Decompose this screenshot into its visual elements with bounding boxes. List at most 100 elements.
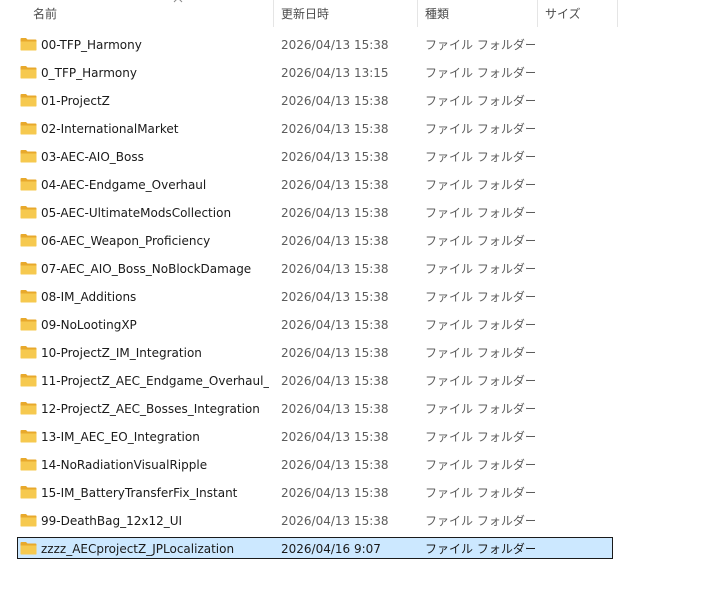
folder-name: 13-IM_AEC_EO_Integration — [41, 430, 200, 444]
folder-name: 09-NoLootingXP — [41, 318, 137, 332]
modified-date: 2026/04/13 15:38 — [281, 290, 389, 304]
modified-date: 2026/04/13 15:38 — [281, 178, 389, 192]
folder-name: 99-DeathBag_12x12_UI — [41, 514, 183, 528]
folder-row[interactable]: zzzz_AECprojectZ_JPLocalization 2026/04/1… — [0, 535, 702, 563]
modified-date: 2026/04/13 15:38 — [281, 458, 389, 472]
modified-date: 2026/04/13 15:38 — [281, 430, 389, 444]
folder-row[interactable]: 0_TFP_Harmony 2026/04/13 13:15 ファイル フォルダー — [0, 59, 702, 87]
item-type: ファイル フォルダー — [425, 486, 535, 500]
folder-row[interactable]: 00-TFP_Harmony 2026/04/13 15:38 ファイル フォルダー — [0, 31, 702, 59]
column-header-name[interactable]: 名前 — [26, 0, 274, 27]
item-type: ファイル フォルダー — [425, 150, 535, 164]
folder-icon — [20, 318, 37, 331]
item-type: ファイル フォルダー — [425, 318, 535, 332]
folder-icon — [20, 346, 37, 359]
column-header-size[interactable]: サイズ — [538, 0, 618, 27]
item-type: ファイル フォルダー — [425, 542, 535, 556]
folder-row[interactable]: 05-AEC-UltimateModsCollection 2026/04/13 … — [0, 199, 702, 227]
item-type: ファイル フォルダー — [425, 262, 535, 276]
folder-name: 11-ProjectZ_AEC_Endgame_Overhaul__In... — [41, 374, 269, 388]
folder-icon — [20, 66, 37, 79]
folder-row[interactable]: 02-InternationalMarket 2026/04/13 15:38 ファ… — [0, 115, 702, 143]
folder-name: 10-ProjectZ_IM_Integration — [41, 346, 202, 360]
modified-date: 2026/04/13 15:38 — [281, 402, 389, 416]
file-list-view: 名前 更新日時 種類 サイズ 00-TFP_Harmony 2026/04/13 … — [0, 0, 702, 600]
folder-icon — [20, 262, 37, 275]
folder-icon — [20, 374, 37, 387]
folder-row[interactable]: 14-NoRadiationVisualRipple 2026/04/13 15:… — [0, 451, 702, 479]
folder-icon — [20, 402, 37, 415]
folder-row[interactable]: 03-AEC-AIO_Boss 2026/04/13 15:38 ファイル フォルダ… — [0, 143, 702, 171]
folder-row[interactable]: 12-ProjectZ_AEC_Bosses_Integration 2026/0… — [0, 395, 702, 423]
folder-row[interactable]: 04-AEC-Endgame_Overhaul 2026/04/13 15:38 フ… — [0, 171, 702, 199]
modified-date: 2026/04/13 15:38 — [281, 318, 389, 332]
folder-name: zzzz_AECprojectZ_JPLocalization — [41, 542, 235, 556]
folder-row[interactable]: 06-AEC_Weapon_Proficiency 2026/04/13 15:3… — [0, 227, 702, 255]
column-header-name-label: 名前 — [33, 7, 58, 21]
folder-name: 06-AEC_Weapon_Proficiency — [41, 234, 211, 248]
modified-date: 2026/04/13 15:38 — [281, 486, 389, 500]
modified-date: 2026/04/13 15:38 — [281, 262, 389, 276]
modified-date: 2026/04/13 15:38 — [281, 206, 389, 220]
folder-name: 02-InternationalMarket — [41, 122, 179, 136]
folder-name: 08-IM_Additions — [41, 290, 137, 304]
item-type: ファイル フォルダー — [425, 122, 535, 136]
modified-date: 2026/04/13 15:38 — [281, 514, 389, 528]
item-type: ファイル フォルダー — [425, 374, 535, 388]
folder-name: 15-IM_BatteryTransferFix_Instant — [41, 486, 238, 500]
sort-ascending-icon — [173, 0, 183, 3]
column-header-modified-label: 更新日時 — [281, 7, 330, 21]
folder-name: 00-TFP_Harmony — [41, 38, 142, 52]
folder-name: 03-AEC-AIO_Boss — [41, 150, 144, 164]
item-type: ファイル フォルダー — [425, 290, 535, 304]
folder-name: 12-ProjectZ_AEC_Bosses_Integration — [41, 402, 260, 416]
modified-date: 2026/04/16 9:07 — [281, 542, 381, 556]
folder-icon — [20, 430, 37, 443]
folder-name: 07-AEC_AIO_Boss_NoBlockDamage — [41, 262, 252, 276]
folder-icon — [20, 122, 37, 135]
file-rows: 00-TFP_Harmony 2026/04/13 15:38 ファイル フォルダー… — [0, 31, 702, 563]
folder-row[interactable]: 11-ProjectZ_AEC_Endgame_Overhaul__In... 2… — [0, 367, 702, 395]
folder-row[interactable]: 07-AEC_AIO_Boss_NoBlockDamage 2026/04/13 … — [0, 255, 702, 283]
folder-icon — [20, 542, 37, 555]
modified-date: 2026/04/13 15:38 — [281, 38, 389, 52]
item-type: ファイル フォルダー — [425, 514, 535, 528]
item-type: ファイル フォルダー — [425, 66, 535, 80]
folder-icon — [20, 206, 37, 219]
item-type: ファイル フォルダー — [425, 206, 535, 220]
modified-date: 2026/04/13 15:38 — [281, 346, 389, 360]
folder-icon — [20, 290, 37, 303]
folder-icon — [20, 150, 37, 163]
folder-icon — [20, 38, 37, 51]
folder-name: 01-ProjectZ — [41, 94, 110, 108]
modified-date: 2026/04/13 15:38 — [281, 122, 389, 136]
folder-row[interactable]: 15-IM_BatteryTransferFix_Instant 2026/04/… — [0, 479, 702, 507]
item-type: ファイル フォルダー — [425, 402, 535, 416]
item-type: ファイル フォルダー — [425, 430, 535, 444]
folder-row[interactable]: 09-NoLootingXP 2026/04/13 15:38 ファイル フォルダー — [0, 311, 702, 339]
modified-date: 2026/04/13 15:38 — [281, 374, 389, 388]
folder-icon — [20, 234, 37, 247]
folder-icon — [20, 486, 37, 499]
folder-name: 05-AEC-UltimateModsCollection — [41, 206, 232, 220]
modified-date: 2026/04/13 15:38 — [281, 234, 389, 248]
folder-icon — [20, 458, 37, 471]
folder-name: 04-AEC-Endgame_Overhaul — [41, 178, 207, 192]
folder-row[interactable]: 01-ProjectZ 2026/04/13 15:38 ファイル フォルダー — [0, 87, 702, 115]
item-type: ファイル フォルダー — [425, 234, 535, 248]
folder-row[interactable]: 99-DeathBag_12x12_UI 2026/04/13 15:38 ファイル… — [0, 507, 702, 535]
column-header-modified[interactable]: 更新日時 — [274, 0, 418, 27]
modified-date: 2026/04/13 15:38 — [281, 94, 389, 108]
item-type: ファイル フォルダー — [425, 458, 535, 472]
folder-icon — [20, 514, 37, 527]
column-header-type[interactable]: 種類 — [418, 0, 538, 27]
modified-date: 2026/04/13 15:38 — [281, 150, 389, 164]
column-header-type-label: 種類 — [425, 7, 450, 21]
folder-icon — [20, 178, 37, 191]
folder-row[interactable]: 10-ProjectZ_IM_Integration 2026/04/13 15:… — [0, 339, 702, 367]
folder-row[interactable]: 13-IM_AEC_EO_Integration 2026/04/13 15:38… — [0, 423, 702, 451]
folder-icon — [20, 94, 37, 107]
folder-row[interactable]: 08-IM_Additions 2026/04/13 15:38 ファイル フォルダ… — [0, 283, 702, 311]
item-type: ファイル フォルダー — [425, 38, 535, 52]
column-header-size-label: サイズ — [545, 7, 581, 21]
